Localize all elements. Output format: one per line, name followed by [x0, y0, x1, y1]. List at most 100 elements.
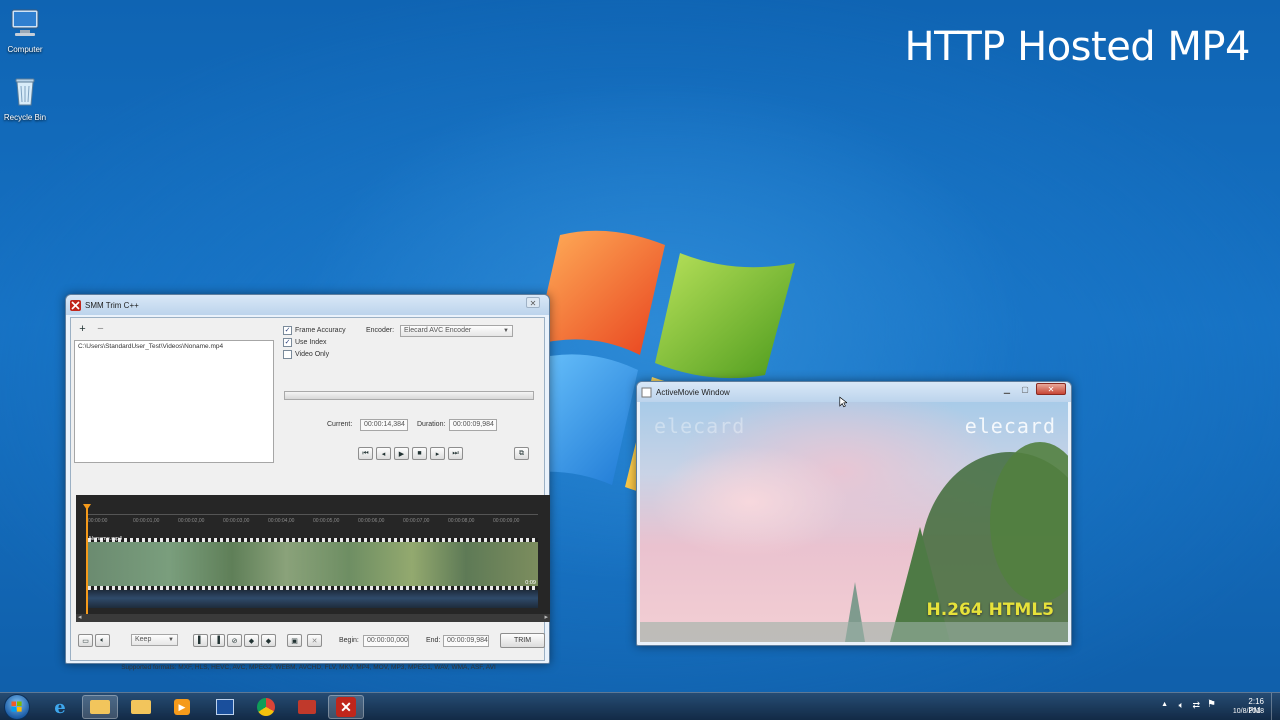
- audio-button[interactable]: 🔈︎: [95, 634, 110, 647]
- trim-button[interactable]: TRIM: [500, 633, 545, 648]
- marker-begin-icon: ▌: [198, 637, 203, 644]
- taskbar-media-player[interactable]: ▶: [164, 695, 200, 719]
- ruler-tick: 00:00:07,00: [403, 518, 430, 524]
- stop-button[interactable]: ■: [412, 447, 427, 460]
- begin-label: Begin:: [339, 637, 359, 644]
- view-mode-button[interactable]: ▭: [78, 634, 93, 647]
- mute-button[interactable]: ✕: [307, 634, 322, 647]
- volume-icon[interactable]: 🔈︎: [1179, 700, 1184, 711]
- detach-preview-button[interactable]: ⧉: [514, 447, 529, 460]
- skip-back-icon: ⏮: [362, 449, 369, 457]
- film-icon: [216, 699, 234, 715]
- current-time-field[interactable]: 00:00:14,384: [360, 419, 408, 431]
- desktop-icon-recycle-bin[interactable]: Recycle Bin: [0, 74, 50, 122]
- taskbar-chrome[interactable]: [248, 695, 284, 719]
- set-begin-marker-button[interactable]: ▌: [193, 634, 208, 647]
- end-time-field[interactable]: 00:00:09,984: [443, 635, 489, 647]
- network-icon[interactable]: ⇄: [1192, 700, 1200, 711]
- timeline[interactable]: 00:00:00 00:00:01,00 00:00:02,00 00:00:0…: [76, 495, 550, 622]
- timeline-scrollbar[interactable]: ◂ ▸: [76, 614, 550, 622]
- taskbar-explorer[interactable]: [82, 695, 118, 719]
- clear-markers-button[interactable]: ⊘: [227, 634, 242, 647]
- duration-field: 00:00:09,984: [449, 419, 497, 431]
- action-center-flag-icon[interactable]: ⚑: [1207, 699, 1216, 710]
- clip-name: Noname.mp4: [89, 536, 123, 542]
- step-forward-button[interactable]: ▸: [430, 447, 445, 460]
- file-list-item[interactable]: C:\Users\StandardUser_Test\Videos\Noname…: [75, 341, 273, 352]
- keep-select[interactable]: Keep ▼: [131, 634, 178, 646]
- start-button[interactable]: [4, 694, 30, 720]
- duration-label: Duration:: [417, 421, 446, 428]
- video-frame[interactable]: elecard elecard H.264 HTML5: [640, 402, 1068, 642]
- taskbar-explorer-2[interactable]: [123, 695, 159, 719]
- encoder-select[interactable]: Elecard AVC Encoder ▼: [400, 325, 513, 337]
- checkbox-box: ✓: [283, 337, 292, 347]
- playhead[interactable]: [86, 507, 88, 615]
- taskbar-app-red[interactable]: [289, 695, 325, 719]
- taskbar-movie-maker[interactable]: [207, 695, 243, 719]
- smm-titlebar[interactable]: SMM Trim C++: [66, 295, 549, 315]
- skip-forward-icon: ⏭: [452, 449, 459, 457]
- speaker-icon: 🔈︎: [100, 636, 105, 644]
- ban-icon: ⊘: [231, 637, 238, 645]
- video-overlay-title: HTTP Hosted MP4: [904, 24, 1251, 70]
- close-button[interactable]: ✕: [526, 297, 540, 308]
- go-to-start-button[interactable]: ⏮: [358, 447, 373, 460]
- chrome-icon: [257, 698, 275, 716]
- elecard-logo-left: elecard: [654, 414, 746, 438]
- play-icon: ▶: [398, 450, 405, 458]
- begin-time-field[interactable]: 00:00:00,000: [363, 635, 409, 647]
- clip-end-label: 0:09: [525, 580, 536, 586]
- close-button[interactable]: ✕: [1036, 383, 1066, 395]
- step-back-icon: ◂: [381, 450, 386, 458]
- maximize-button[interactable]: ▢: [1018, 384, 1032, 395]
- set-end-marker-button[interactable]: ▐: [210, 634, 225, 647]
- play-button[interactable]: ▶: [394, 447, 409, 460]
- add-file-button[interactable]: +: [75, 322, 90, 335]
- use-index-checkbox[interactable]: ✓ Use Index: [283, 336, 346, 348]
- folder-icon: [131, 700, 151, 714]
- frame-accuracy-checkbox[interactable]: ✓ Frame Accuracy: [283, 324, 346, 336]
- film-perforation: [88, 538, 538, 542]
- go-to-end-marker-button[interactable]: ◆: [261, 634, 276, 647]
- video-track[interactable]: Noname.mp4 0:09: [88, 536, 538, 590]
- minimize-button[interactable]: ▁: [1000, 384, 1014, 395]
- ruler-tick: 00:00:03,00: [223, 518, 250, 524]
- computer-icon: [11, 9, 39, 36]
- supported-formats-text: Supported formats: MXF, HLS, HEVC, AVC, …: [121, 664, 496, 671]
- show-hidden-icons-icon[interactable]: ▲: [1161, 701, 1168, 708]
- toggle-selection-button[interactable]: ▣: [287, 634, 302, 647]
- ruler-tick: 00:00:09,00: [493, 518, 520, 524]
- ruler-tick: 00:00:02,00: [178, 518, 205, 524]
- tray-date[interactable]: 10/8/2018: [1233, 708, 1264, 715]
- step-back-button[interactable]: ◂: [376, 447, 391, 460]
- desktop-icon-computer[interactable]: Computer: [0, 6, 50, 54]
- taskbar-smm-trim[interactable]: ✕: [328, 695, 364, 719]
- audio-waveform: [88, 590, 538, 608]
- smm-app-icon: [70, 299, 81, 311]
- desktop-icon-label: Computer: [7, 45, 43, 54]
- remove-file-button[interactable]: −: [93, 322, 108, 335]
- activemovie-window-title: ActiveMovie Window: [656, 387, 730, 397]
- file-list[interactable]: C:\Users\StandardUser_Test\Videos\Noname…: [74, 340, 274, 463]
- show-desktop-button[interactable]: [1271, 693, 1280, 720]
- ruler-tick: 00:00:06,00: [358, 518, 385, 524]
- window-icon: ⧉: [519, 449, 524, 457]
- elecard-logo-right: elecard: [964, 414, 1056, 438]
- desktop-icon-label: Recycle Bin: [3, 113, 47, 122]
- taskbar-ie[interactable]: e: [42, 695, 78, 719]
- mouse-cursor-icon: [839, 396, 847, 408]
- recycle-bin-icon: [15, 78, 35, 106]
- marker-left-icon: ◆: [248, 637, 255, 645]
- mute-icon: ✕: [311, 637, 318, 645]
- go-to-begin-marker-button[interactable]: ◆: [244, 634, 259, 647]
- video-only-checkbox[interactable]: Video Only: [283, 348, 346, 360]
- go-to-end-button[interactable]: ⏭: [448, 447, 463, 460]
- playhead-marker-icon: [83, 504, 91, 510]
- media-player-icon: ▶: [174, 699, 190, 715]
- ruler: [88, 514, 538, 515]
- film-icon: ▭: [82, 637, 89, 645]
- scroll-left-icon: ◂: [78, 614, 82, 621]
- activemovie-app-icon: [641, 387, 652, 397]
- video-caption: H.264 HTML5: [926, 600, 1055, 620]
